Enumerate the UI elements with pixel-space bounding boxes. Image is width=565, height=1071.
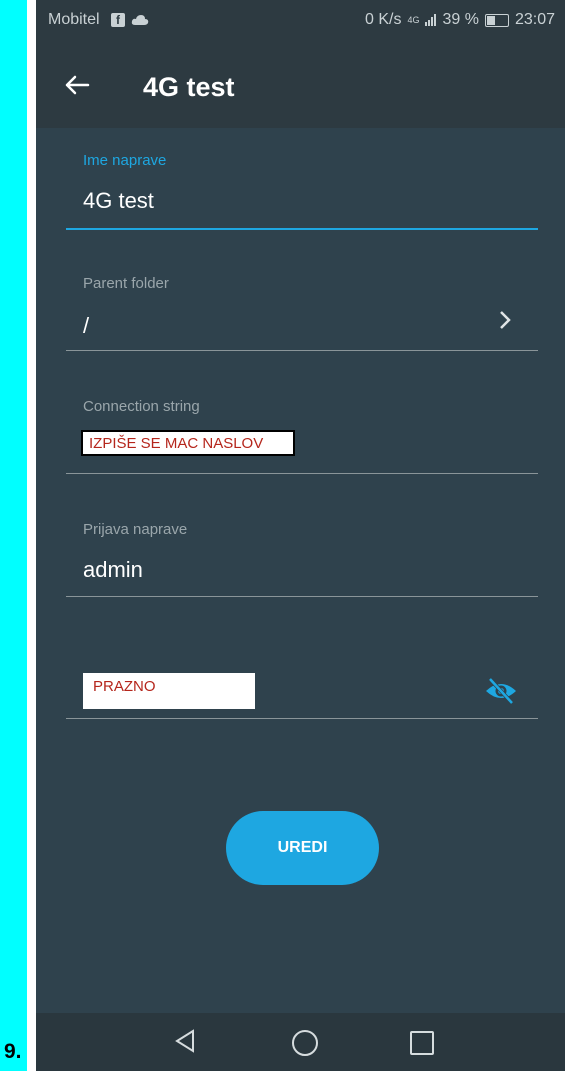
connection-string-label: Connection string (83, 398, 200, 415)
password-annotation: PRAZNO (83, 673, 255, 709)
facebook-icon: f (111, 13, 125, 27)
edit-button[interactable]: UREDI (226, 811, 379, 885)
parent-folder-field[interactable]: Parent folder / (66, 273, 538, 353)
battery-icon (484, 13, 509, 27)
signal-icon (425, 14, 437, 26)
device-login-input[interactable]: admin (83, 557, 143, 583)
device-name-field[interactable]: Ime naprave 4G test (66, 150, 538, 232)
eye-off-icon[interactable] (484, 676, 518, 706)
status-notification-icons: f (111, 13, 149, 27)
device-name-input[interactable]: 4G test (83, 188, 154, 214)
parent-folder-value: / (83, 313, 90, 338)
connection-string-annotation: IZPIŠE SE MAC NASLOV (81, 430, 295, 456)
battery-percent: 39 % (442, 11, 479, 28)
status-bar: Mobitel f 0 K/s 4G 39 % 23:07 (36, 0, 565, 42)
slide-side-bar (0, 0, 27, 1071)
connection-string-field[interactable]: Connection string IZPIŠE SE MAC NASLOV (66, 396, 538, 476)
device-login-label: Prijava naprave (83, 521, 188, 538)
carrier-name: Mobitel (48, 11, 100, 28)
status-right: 0 K/s 4G 39 % 23:07 (365, 11, 555, 29)
device-login-underline (66, 596, 538, 597)
device-name-underline (66, 228, 538, 230)
network-type: 4G (407, 15, 420, 25)
nav-back-icon[interactable] (174, 1028, 196, 1054)
connection-string-underline (66, 473, 538, 474)
network-speed: 0 K/s (365, 11, 402, 28)
device-form: Ime naprave 4G test Parent folder / Conn… (36, 128, 565, 1013)
slide-number: 9. (4, 1040, 22, 1063)
cloud-icon (131, 15, 149, 25)
parent-folder-label: Parent folder (83, 275, 169, 292)
nav-home-icon[interactable] (292, 1030, 318, 1056)
parent-folder-underline (66, 350, 538, 351)
system-nav-bar (36, 1013, 565, 1071)
nav-recent-icon[interactable] (410, 1031, 434, 1055)
app-toolbar: 4G test (36, 42, 565, 128)
page-title: 4G test (143, 72, 235, 102)
device-login-field[interactable]: Prijava naprave admin (66, 519, 538, 599)
phone-screen: Mobitel f 0 K/s 4G 39 % 23:07 4G test Im… (36, 0, 565, 1071)
device-name-label: Ime naprave (83, 152, 167, 169)
password-underline (66, 718, 538, 719)
chevron-right-icon[interactable] (498, 309, 512, 338)
password-field[interactable]: PRAZNO (66, 668, 538, 720)
clock: 23:07 (514, 11, 555, 28)
arrow-left-icon[interactable] (62, 70, 92, 100)
